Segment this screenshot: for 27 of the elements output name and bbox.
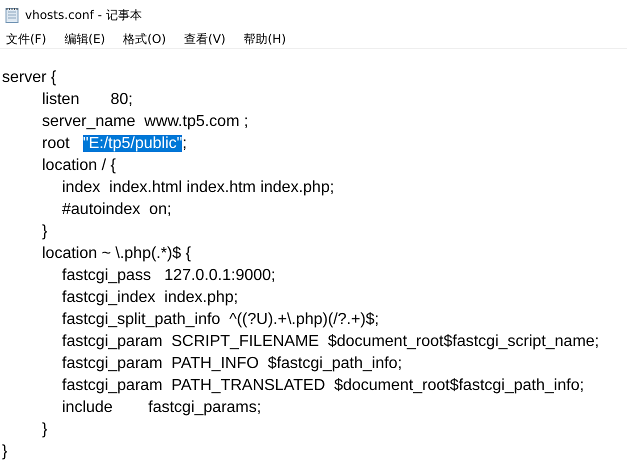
code-line: fastcgi_param PATH_INFO $fastcgi_path_info; <box>62 355 402 372</box>
code-text: "E:/tp5/public" <box>82 135 182 152</box>
code-line: #autoindex on; <box>62 201 172 218</box>
code-line: fastcgi_param SCRIPT_FILENAME $document_root$fastcgi_script_name; <box>62 333 600 350</box>
menu-item[interactable]: 查看(V) <box>179 30 231 48</box>
code-line: } <box>42 223 48 240</box>
code-line: fastcgi_index index.php; <box>62 289 238 306</box>
code-line: listen 80; <box>42 91 133 108</box>
code-text: root <box>42 135 71 152</box>
code-line: } <box>2 443 8 460</box>
menu-item[interactable]: 帮助(H) <box>238 30 291 48</box>
code-line: server_name www.tp5.com ; <box>42 113 248 130</box>
code-line: index index.html index.htm index.php; <box>62 179 334 196</box>
menu-item[interactable]: 格式(O) <box>118 30 172 48</box>
code-line: fastcgi_param PATH_TRANSLATED $document_root$fastcgi_path_info; <box>62 377 584 394</box>
notepad-icon <box>5 7 19 23</box>
menu-item[interactable]: 文件(F) <box>1 30 52 48</box>
code-text: ; <box>182 135 187 152</box>
code-line: include fastcgi_params; <box>62 399 262 416</box>
code-line: location / { <box>42 157 116 174</box>
code-line: fastcgi_pass 127.0.0.1:9000; <box>62 267 276 284</box>
window-title: vhosts.conf - 记事本 <box>25 6 142 24</box>
code-line: server { <box>2 69 56 86</box>
code-line: location ~ \.php(.*)$ { <box>42 245 191 262</box>
code-line: } <box>42 421 48 438</box>
menu-item[interactable]: 编辑(E) <box>59 30 110 48</box>
code-line: fastcgi_split_path_info ^((?U).+\.php)(/?.+)$; <box>62 311 379 328</box>
